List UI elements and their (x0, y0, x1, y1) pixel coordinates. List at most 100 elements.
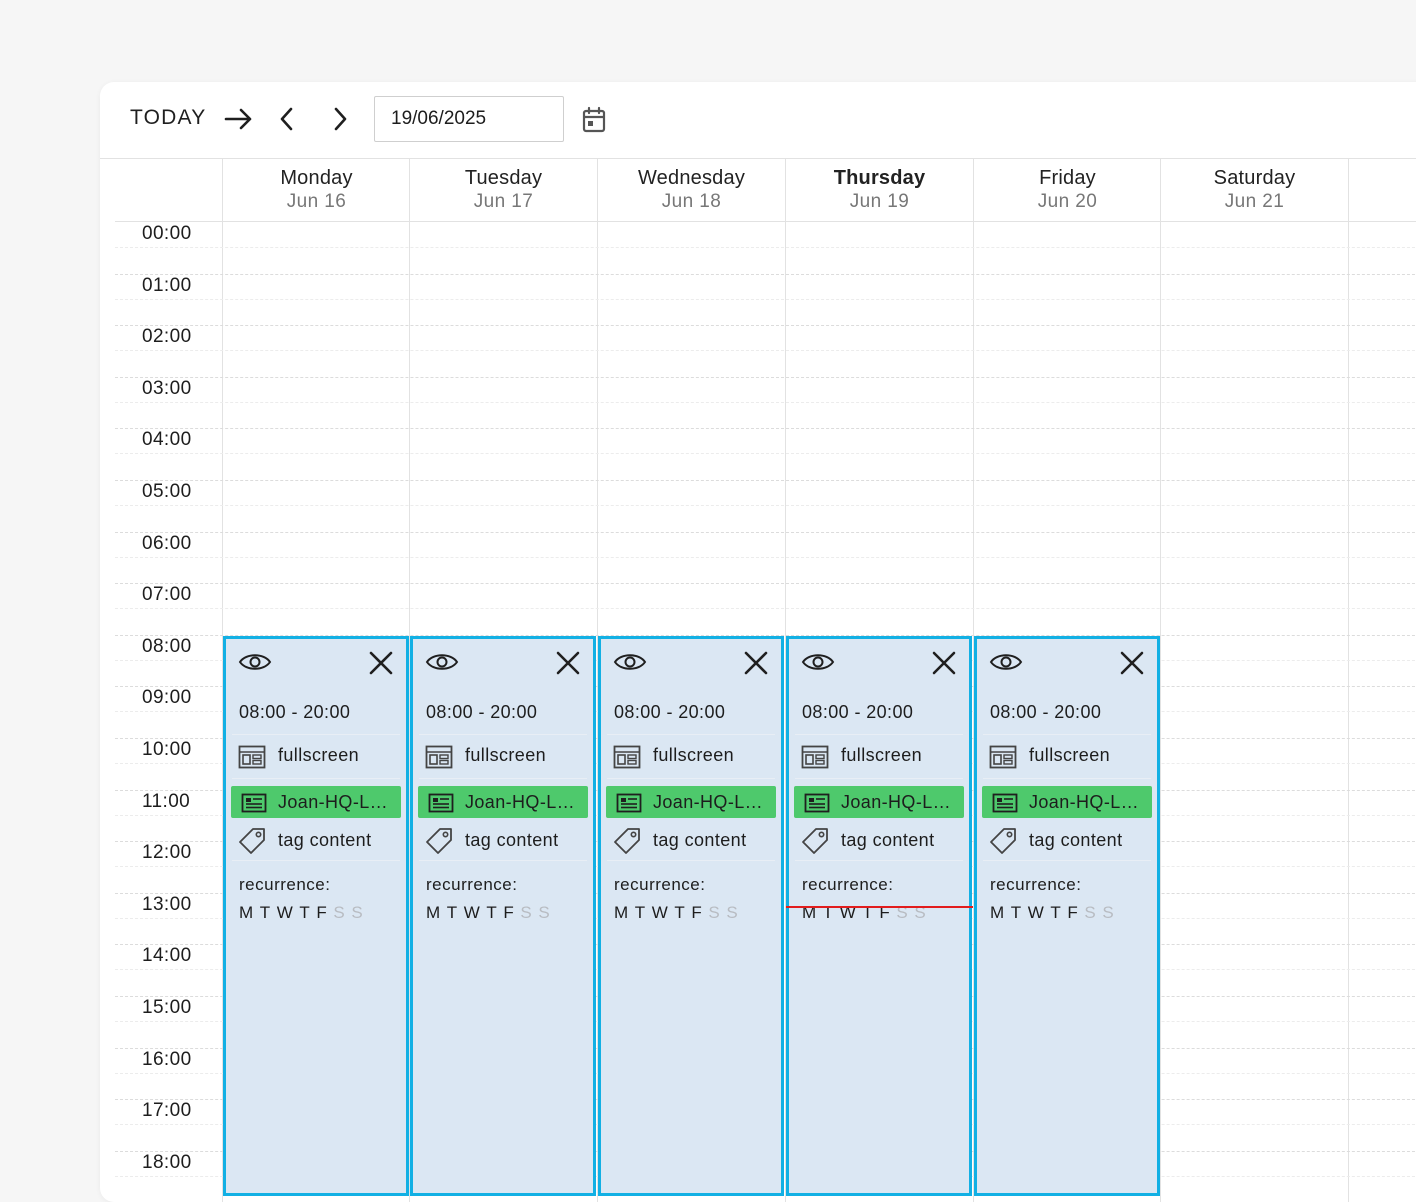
event-content-label: Joan-HQ-Landscape (1029, 792, 1146, 812)
hour-label: 13:00 (142, 893, 192, 915)
schedule-event[interactable]: 08:00 - 20:00 fullscreen Joan-HQ-Landscape… (223, 636, 409, 1196)
calendar-icon[interactable] (582, 106, 606, 134)
close-icon[interactable] (368, 650, 394, 681)
day-name: Wednesday (637, 167, 746, 189)
tag-icon (239, 828, 265, 854)
day-date: Jun 18 (661, 191, 722, 212)
day-header[interactable]: Monday Jun 16 (222, 158, 410, 222)
current-time-line (786, 906, 973, 908)
hour-line (115, 583, 1416, 585)
hour-line (115, 376, 1416, 378)
recurrence-day: S (726, 903, 739, 922)
event-layout: fullscreen (419, 735, 587, 779)
schedule-event[interactable]: 08:00 - 20:00 fullscreen Joan-HQ-Landscape… (410, 636, 596, 1196)
half-hour-line (115, 608, 1416, 610)
content-card-icon (616, 793, 642, 813)
event-content[interactable]: Joan-HQ-Landscape (794, 786, 964, 818)
recurrence-label: recurrence: (990, 875, 1082, 894)
eye-icon[interactable] (801, 651, 835, 678)
chevron-right-icon[interactable] (329, 106, 351, 132)
half-hour-line (115, 453, 1416, 455)
hour-line (115, 273, 1416, 275)
close-icon[interactable] (743, 650, 769, 681)
event-content-label: Joan-HQ-Landscape (465, 792, 582, 812)
hour-label: 07:00 (142, 584, 192, 606)
recurrence-day: W (463, 903, 481, 922)
recurrence-day: M (426, 903, 441, 922)
hour-label: 15:00 (142, 997, 192, 1018)
hour-label: 00:00 (142, 223, 192, 244)
eye-icon[interactable] (425, 651, 459, 678)
day-date: Jun 16 (286, 191, 347, 212)
recurrence-day: M (239, 903, 254, 922)
event-layout: fullscreen (232, 735, 400, 779)
chevron-left-icon[interactable] (276, 106, 298, 132)
recurrence-day: S (538, 903, 551, 922)
recurrence-day: W (651, 903, 669, 922)
hour-line (115, 480, 1416, 481)
tag-icon (426, 828, 452, 854)
recurrence-days: MTWTFSS (614, 903, 744, 923)
hour-label: 03:00 (142, 377, 192, 399)
day-header[interactable]: Thursday Jun 19 (785, 158, 973, 222)
day-name: S (1349, 167, 1416, 190)
event-content-label: Joan-HQ-Landscape (278, 792, 395, 812)
recurrence-day: T (259, 903, 271, 922)
schedule-event[interactable]: 08:00 - 20:00 fullscreen Joan-HQ-Landscape… (974, 636, 1160, 1196)
recurrence-day: W (276, 903, 294, 922)
eye-icon[interactable] (238, 651, 272, 678)
schedule-event[interactable]: 08:00 - 20:00 fullscreen Joan-HQ-Landscape… (786, 636, 972, 1196)
recurrence-days: MTWTFSS (426, 903, 556, 923)
half-hour-line (115, 505, 1416, 506)
recurrence-day: S (351, 903, 364, 922)
layout-icon (801, 745, 829, 769)
recurrence-day: T (486, 903, 498, 922)
day-header[interactable]: Tuesday Jun 17 (409, 158, 597, 222)
day-name: Tuesday (464, 167, 543, 189)
event-tag: tag content (607, 821, 775, 861)
arrow-right-icon[interactable] (224, 106, 254, 132)
recurrence-day: T (299, 903, 311, 922)
recurrence-day: W (1027, 903, 1045, 922)
event-tag: tag content (419, 821, 587, 861)
event-layout-label: fullscreen (465, 745, 547, 765)
event-time: 08:00 - 20:00 (419, 689, 587, 735)
recurrence-day: T (446, 903, 458, 922)
close-icon[interactable] (555, 650, 581, 681)
recurrence-days: MTWTFSS (990, 903, 1120, 923)
day-date: Jun 17 (473, 191, 534, 212)
event-tag: tag content (795, 821, 963, 861)
event-content[interactable]: Joan-HQ-Landscape (606, 786, 776, 818)
eye-icon[interactable] (989, 651, 1023, 678)
recurrence-label: recurrence: (802, 875, 894, 894)
event-content[interactable]: Joan-HQ-Landscape (231, 786, 401, 818)
recurrence-day: S (1084, 903, 1097, 922)
day-header[interactable]: S (1348, 158, 1416, 222)
event-content[interactable]: Joan-HQ-Landscape (982, 786, 1152, 818)
recurrence-day: F (316, 903, 328, 922)
today-button[interactable]: TODAY (130, 106, 206, 130)
half-hour-line (115, 401, 1416, 403)
content-card-icon (804, 793, 830, 813)
event-time: 08:00 - 20:00 (607, 689, 775, 735)
recurrence-day: S (333, 903, 346, 922)
close-icon[interactable] (931, 650, 957, 681)
calendar-toolbar: TODAY (100, 82, 1416, 159)
day-header[interactable]: Friday Jun 20 (973, 158, 1161, 222)
schedule-event[interactable]: 08:00 - 20:00 fullscreen Joan-HQ-Landscape… (598, 636, 784, 1196)
eye-icon[interactable] (613, 651, 647, 678)
recurrence-day: T (634, 903, 646, 922)
event-tag-label: tag content (278, 830, 372, 850)
date-input[interactable] (374, 96, 564, 142)
day-header[interactable]: Saturday Jun 21 (1160, 158, 1348, 222)
event-time: 08:00 - 20:00 (232, 689, 400, 735)
event-content-label: Joan-HQ-Landscape (841, 792, 958, 812)
day-date: Jun 20 (1037, 191, 1098, 212)
event-time: 08:00 - 20:00 (983, 689, 1151, 735)
half-hour-line (115, 298, 1416, 300)
day-header[interactable]: Wednesday Jun 18 (597, 158, 785, 222)
close-icon[interactable] (1119, 650, 1145, 681)
event-tag-label: tag content (1029, 830, 1123, 850)
event-content[interactable]: Joan-HQ-Landscape (418, 786, 588, 818)
day-date: Jun 21 (1224, 191, 1285, 212)
